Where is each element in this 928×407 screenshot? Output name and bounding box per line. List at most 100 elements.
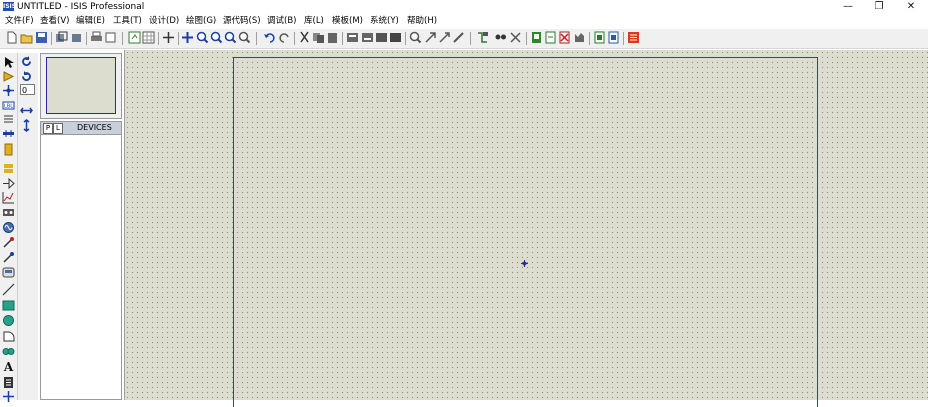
line-tool-icon[interactable] [2,283,15,296]
subcircuit-icon[interactable] [2,143,15,156]
rotate-clockwise-icon[interactable] [20,55,33,68]
toolbar-separator [86,32,87,45]
toolbar-separator [589,32,590,45]
copy-icon[interactable] [312,31,325,44]
zoom-in-icon[interactable] [196,31,209,44]
zoom-out-icon[interactable] [210,31,223,44]
block-copy-icon[interactable] [346,31,359,44]
arc-tool-icon[interactable] [2,330,15,343]
import-icon[interactable] [55,31,68,44]
symbol-tool-icon[interactable] [2,376,15,389]
cut-icon[interactable] [298,31,311,44]
toolbar-separator [178,32,179,45]
virtual-instrument-icon[interactable] [2,266,15,279]
flip-horizontal-icon[interactable] [20,104,33,117]
main-toolbar [0,29,928,49]
menu-template[interactable]: 模板(M) [332,15,363,28]
menu-file[interactable]: 文件(F) [5,15,34,28]
export-icon[interactable] [70,31,83,44]
box-tool-icon[interactable] [2,299,15,312]
tape-recorder-icon[interactable] [2,206,15,219]
redo-icon[interactable] [278,31,291,44]
toolbar-separator [342,32,343,45]
decompose-icon[interactable] [452,31,465,44]
menu-source[interactable]: 源代码(S) [223,15,261,28]
save-icon[interactable] [35,31,48,44]
packaging-tool-icon[interactable] [438,31,451,44]
text-script-icon[interactable] [2,113,15,126]
menu-help[interactable]: 帮助(H) [407,15,437,28]
remove-sheet-icon[interactable] [544,31,557,44]
wire-label-icon[interactable]: LBL [2,99,15,112]
toolbar-separator [526,32,527,45]
generator-icon[interactable] [2,221,15,234]
voltage-probe-icon[interactable] [2,236,15,249]
junction-dot-icon[interactable] [2,84,15,97]
component-mode-icon[interactable] [2,70,15,83]
new-file-icon[interactable] [5,31,18,44]
new-sheet-icon[interactable] [530,31,543,44]
block-move-icon[interactable] [361,31,374,44]
overview-window[interactable] [40,53,122,119]
menu-view[interactable]: 查看(V) [40,15,69,28]
restore-button[interactable]: ❐ [864,0,894,14]
make-device-icon[interactable] [424,31,437,44]
rotate-anticlockwise-icon[interactable] [20,70,33,83]
circle-tool-icon[interactable] [2,314,15,327]
marker-tool-icon[interactable] [2,390,15,403]
toolbar-separator [158,32,159,45]
window-title: UNTITLED - ISIS Professional [17,2,145,12]
title-bar: ISIS UNTITLED - ISIS Professional — ❐ ✕ [0,0,928,14]
undo-icon[interactable] [263,31,276,44]
toolbar-separator [294,32,295,45]
menu-graph[interactable]: 绘图(G) [186,15,216,28]
grid-toggle-icon[interactable] [142,31,155,44]
text-tool-icon[interactable]: A [2,360,15,373]
print-icon[interactable] [90,31,103,44]
origin-icon[interactable] [162,31,175,44]
current-probe-icon[interactable] [2,251,15,264]
property-assignment-icon[interactable] [509,31,522,44]
toolbar-separator [256,32,257,45]
menu-library[interactable]: 库(L) [304,15,324,28]
rotation-angle-input[interactable]: 0 [20,84,35,95]
sheet-border [233,57,818,407]
svg-text:A: A [3,360,14,373]
ares-icon[interactable] [627,31,640,44]
schematic-canvas[interactable] [124,50,928,407]
wire-autorouter-icon[interactable] [476,31,489,44]
menu-design[interactable]: 设计(D) [149,15,179,28]
netlist-icon[interactable] [607,31,620,44]
electrical-rule-check-icon[interactable] [593,31,606,44]
menu-debug[interactable]: 调试(B) [267,15,296,28]
block-rotate-icon[interactable] [375,31,388,44]
selection-mode-icon[interactable] [2,56,15,69]
flip-vertical-icon[interactable] [20,119,33,132]
device-selector-panel: P L DEVICES [40,121,122,400]
graph-icon[interactable] [2,191,15,204]
device-pin-icon[interactable] [2,177,15,190]
open-folder-icon[interactable] [20,31,33,44]
paste-icon[interactable] [326,31,339,44]
minimize-button[interactable]: — [833,0,863,14]
pick-device-icon[interactable] [409,31,422,44]
pick-devices-button[interactable]: P [43,123,53,134]
print-area-icon[interactable] [104,31,117,44]
rotation-toolbar [18,53,38,400]
menu-system[interactable]: 系统(Y) [370,15,399,28]
search-tag-icon[interactable] [494,31,507,44]
zoom-area-icon[interactable] [238,31,251,44]
refresh-icon[interactable] [128,31,141,44]
library-manager-button[interactable]: L [53,123,63,134]
menu-edit[interactable]: 编辑(E) [76,15,105,28]
bus-icon[interactable] [2,127,15,140]
close-button[interactable]: ✕ [896,0,926,14]
zoom-all-icon[interactable] [224,31,237,44]
exit-to-parent-icon[interactable] [558,31,571,44]
pan-icon[interactable] [181,31,194,44]
block-delete-icon[interactable] [389,31,402,44]
menu-tools[interactable]: 工具(T) [113,15,142,28]
bill-of-materials-icon[interactable] [573,31,586,44]
terminal-icon[interactable] [2,162,15,175]
path-tool-icon[interactable] [2,345,15,358]
